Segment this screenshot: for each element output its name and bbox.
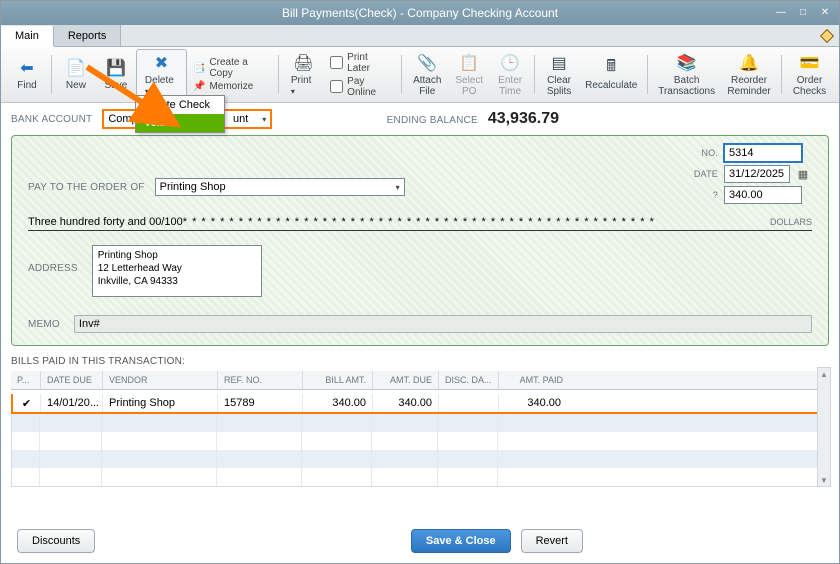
bills-paid-title: BILLS PAID IN THIS TRANSACTION: [11, 356, 829, 367]
col-bill-amt[interactable]: BILL AMT. [303, 371, 373, 389]
po-icon: 📋 [459, 53, 479, 73]
close-button[interactable]: ✕ [815, 4, 835, 20]
row-amt-paid: 340.00 [499, 394, 567, 412]
void-item[interactable]: Void [136, 114, 224, 132]
row-disc [439, 394, 499, 412]
row-bill-amt: 340.00 [303, 394, 373, 412]
chevron-down-icon: ▾ [396, 183, 400, 192]
amount-words: Three hundred forty and 00/100 [28, 216, 183, 228]
col-paid[interactable]: P... [11, 371, 41, 389]
maximize-button[interactable]: □ [793, 4, 813, 20]
find-button[interactable]: ⬅ Find [7, 49, 47, 100]
enter-time-button[interactable]: 🕒 Enter Time [490, 49, 530, 100]
save-icon: 💾 [106, 58, 126, 78]
tab-reports[interactable]: Reports [54, 25, 122, 46]
bank-account-label: BANK ACCOUNT [11, 114, 92, 125]
col-date-due[interactable]: DATE DUE [41, 371, 103, 389]
delete-icon: ✖ [151, 53, 171, 73]
col-amt-paid[interactable]: AMT. PAID [499, 371, 569, 389]
print-button[interactable]: 🖨 Print ▾ [283, 49, 324, 100]
memo-input[interactable] [74, 315, 812, 333]
batch-icon: 📚 [677, 53, 697, 73]
check-preview: NO. DATE ▦ ? PAY TO THE ORDER OF Printin… [11, 135, 829, 346]
calendar-icon[interactable]: ▦ [796, 168, 810, 181]
tab-main[interactable]: Main [1, 26, 54, 47]
titlebar: Bill Payments(Check) - Company Checking … [1, 1, 839, 25]
order-checks-button[interactable]: 💳 Order Checks [786, 49, 833, 100]
minimize-button[interactable]: — [771, 4, 791, 20]
address-label: ADDRESS [28, 263, 78, 274]
save-close-button[interactable]: Save & Close [411, 529, 511, 553]
memorize-button[interactable]: 📌Memorize [193, 81, 268, 92]
delete-check-item[interactable]: Delete Check [136, 96, 224, 114]
tabstrip: Main Reports [1, 25, 839, 47]
row-amt-due: 340.00 [373, 394, 439, 412]
attach-file-button[interactable]: 📎 Attach File [406, 49, 448, 100]
bills-grid: ✔ 14/01/20... Printing Shop 15789 340.00… [11, 394, 829, 414]
reminder-icon: 🔔 [739, 53, 759, 73]
check-amount-input[interactable] [724, 186, 802, 204]
pay-to-select[interactable]: Printing Shop ▾ [155, 178, 405, 196]
create-copy-button[interactable]: 📑Create a Copy [193, 57, 268, 79]
chevron-down-icon: ▾ [262, 115, 266, 124]
clear-icon: ▤ [549, 53, 569, 73]
memorize-icon: 📌 [193, 81, 205, 92]
recalc-icon: 🖩 [601, 58, 621, 78]
check-date-label: DATE [672, 169, 718, 179]
batch-transactions-button[interactable]: 📚 Batch Transactions [652, 49, 721, 100]
col-amt-due[interactable]: AMT. DUE [373, 371, 439, 389]
print-later-checkbox[interactable]: Print Later [330, 52, 391, 74]
order-checks-icon: 💳 [800, 53, 820, 73]
row-ref-no: 15789 [218, 394, 303, 412]
col-vendor[interactable]: VENDOR [103, 371, 218, 389]
recalculate-button[interactable]: 🖩 Recalculate [579, 49, 643, 100]
pay-to-label: PAY TO THE ORDER OF [28, 182, 145, 193]
clock-icon: 🕒 [500, 53, 520, 73]
table-row[interactable]: ✔ 14/01/20... Printing Shop 15789 340.00… [13, 394, 827, 412]
new-button[interactable]: 📄 New [56, 49, 96, 100]
memo-label: MEMO [28, 319, 60, 330]
check-no-label: NO. [672, 148, 718, 158]
row-vendor: Printing Shop [103, 394, 218, 412]
expand-ribbon-button[interactable] [815, 25, 839, 46]
select-po-button[interactable]: 📋 Select PO [448, 49, 490, 100]
clear-splits-button[interactable]: ▤ Clear Splits [539, 49, 579, 100]
toolbar: ⬅ Find 📄 New 💾 Save ✖ Delete ▾ 📑Create a… [1, 47, 839, 103]
new-icon: 📄 [66, 58, 86, 78]
amount-fill: * * * * * * * * * * * * * * * * * * * * … [183, 216, 764, 228]
attach-icon: 📎 [417, 53, 437, 73]
print-icon: 🖨 [294, 53, 314, 73]
row-checked[interactable]: ✔ [13, 394, 41, 412]
check-date-input[interactable] [724, 165, 790, 183]
pay-online-checkbox[interactable]: Pay Online [330, 76, 391, 98]
bill-payments-window: Bill Payments(Check) - Company Checking … [0, 0, 840, 564]
grid-scrollbar[interactable]: ▲ ▼ [817, 367, 831, 487]
reorder-reminder-button[interactable]: 🔔 Reorder Reminder [721, 49, 777, 100]
table-row[interactable] [12, 432, 828, 450]
table-row[interactable] [12, 450, 828, 468]
save-button[interactable]: 💾 Save [96, 49, 136, 100]
check-amount-label: ? [672, 190, 718, 200]
ending-balance-value: 43,936.79 [488, 110, 559, 128]
revert-button[interactable]: Revert [521, 529, 583, 553]
col-ref-no[interactable]: REF. NO. [218, 371, 303, 389]
ending-balance-label: ENDING BALANCE [387, 115, 478, 126]
copy-icon: 📑 [193, 63, 205, 74]
table-row[interactable] [12, 414, 828, 432]
arrow-left-icon: ⬅ [17, 58, 37, 78]
discounts-button[interactable]: Discounts [17, 529, 95, 553]
address-box[interactable]: Printing Shop 12 Letterhead Way Inkville… [92, 245, 262, 297]
dollars-label: DOLLARS [770, 217, 812, 227]
row-date-due: 14/01/20... [41, 394, 103, 412]
delete-dropdown-menu: Delete Check Void [135, 95, 225, 133]
window-title: Bill Payments(Check) - Company Checking … [282, 6, 558, 20]
check-no-input[interactable] [724, 144, 802, 162]
delete-button[interactable]: ✖ Delete ▾ [136, 49, 187, 100]
table-row[interactable] [12, 468, 828, 486]
col-disc-date[interactable]: DISC. DA... [439, 371, 499, 389]
